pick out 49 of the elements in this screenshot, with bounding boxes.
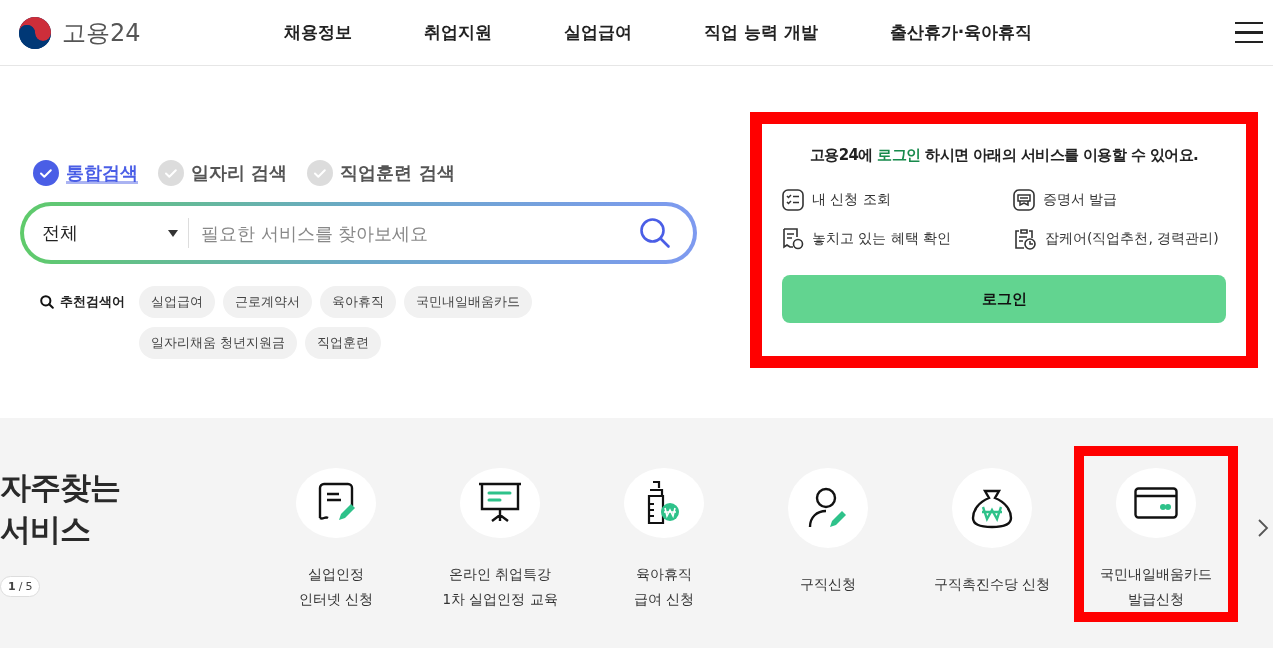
- nav-link[interactable]: 출산휴가·육아휴직: [889, 21, 1033, 44]
- money-bag-icon: [971, 487, 1013, 529]
- keyword-chip[interactable]: 직업훈련: [305, 327, 382, 359]
- baby-bottle-icon: [646, 480, 682, 526]
- nav-link[interactable]: 실업급여: [564, 21, 632, 44]
- search-icon: [40, 295, 54, 309]
- card-icon: [1134, 487, 1178, 519]
- feature-label: 잡케어(직업추천, 경력관리): [1045, 230, 1219, 248]
- emblem-icon: [18, 15, 52, 50]
- search-tab[interactable]: 직업훈련 검색: [307, 160, 455, 186]
- site-logo-text[interactable]: 고용24: [62, 16, 141, 49]
- keyword-chip[interactable]: 육아휴직: [320, 286, 396, 318]
- recommended-label: 추천검색어: [60, 293, 125, 311]
- document-coin-icon: [782, 227, 804, 251]
- menu-icon[interactable]: [1235, 21, 1263, 44]
- search-tab[interactable]: 통합검색: [33, 160, 138, 186]
- search-icon[interactable]: [639, 217, 671, 249]
- search-tab[interactable]: 일자리 검색: [158, 160, 288, 186]
- service-item[interactable]: 구직촉진수당 신청: [910, 446, 1074, 622]
- nav-link[interactable]: 채용정보: [284, 21, 352, 44]
- keyword-chip[interactable]: 근로계약서: [223, 286, 312, 318]
- check-icon: [33, 160, 59, 186]
- section-title: 자주찾는 서비스: [0, 468, 121, 549]
- service-item[interactable]: 국민내일배움카드 발급신청: [1074, 446, 1238, 622]
- service-item[interactable]: 육아휴직 급여 신청: [582, 446, 746, 622]
- keyword-chip[interactable]: 실업급여: [139, 286, 215, 318]
- caret-icon: [168, 229, 178, 237]
- keyword-chip[interactable]: 일자리채움 청년지원금: [139, 327, 298, 359]
- service-item[interactable]: 실업인정 인터넷 신청: [254, 446, 418, 622]
- service-item[interactable]: 구직신청: [746, 446, 910, 622]
- nav-link[interactable]: 취업지원: [424, 21, 492, 44]
- login-message: 고용24에 로그인 하시면 아래의 서비스를 이용할 수 있어요.: [808, 146, 1200, 165]
- check-icon: [158, 160, 184, 186]
- service-item[interactable]: 온라인 취업특강 1차 실업인정 교육: [418, 446, 582, 622]
- nav-link[interactable]: 직업 능력 개발: [704, 21, 818, 44]
- login-button[interactable]: 로그인: [782, 275, 1226, 323]
- person-pencil-icon: [808, 487, 848, 529]
- keyword-chip[interactable]: 국민내일배움카드: [404, 286, 532, 318]
- search-field[interactable]: 전체 필요한 서비스를 찾아보세요: [20, 202, 697, 264]
- presentation-board-icon: [478, 482, 522, 524]
- clipboard-chart-icon: [1013, 227, 1037, 251]
- next-arrow-icon[interactable]: [1257, 518, 1269, 538]
- feature-label: 놓치고 있는 혜택 확인: [812, 230, 952, 248]
- checklist-icon: [782, 189, 804, 211]
- feature-label: 증명서 발급: [1043, 191, 1118, 209]
- certificate-icon: [1013, 189, 1035, 211]
- feature-label: 내 신청 조회: [812, 191, 891, 209]
- check-icon: [307, 160, 334, 186]
- page-indicator: 1 / 5: [0, 576, 41, 597]
